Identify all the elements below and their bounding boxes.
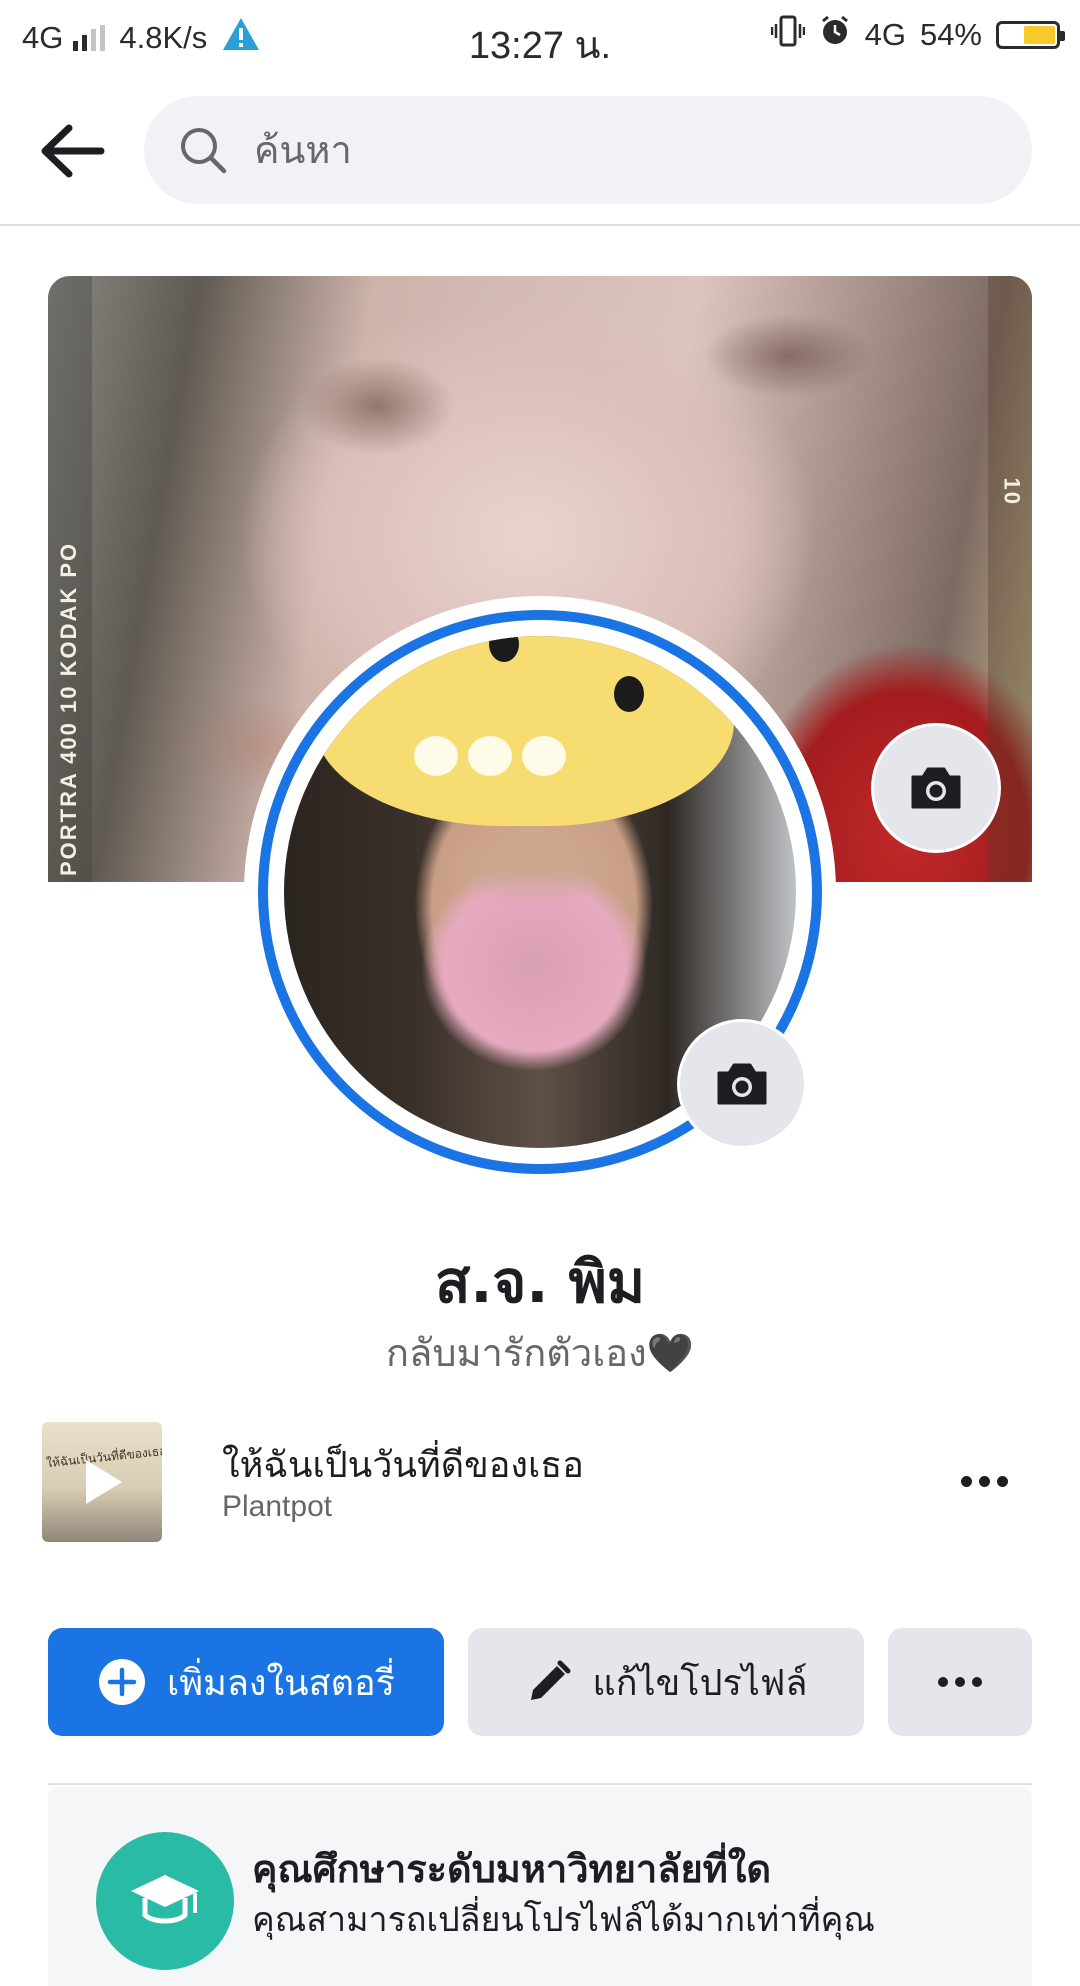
profile-name: ส.จ. พิม bbox=[434, 1248, 646, 1316]
profile-music[interactable]: ให้ฉันเป็นวันที่ดีของเธอ ให้ฉันเป็นวันที… bbox=[40, 1420, 1040, 1544]
cover-strip-text-right: 10 bbox=[999, 477, 1024, 506]
cover-strip-text-left: PORTRA 400 10 KODAK PO bbox=[56, 541, 81, 876]
battery-icon bbox=[996, 21, 1065, 49]
add-to-story-button[interactable]: เพิ่มลงในสตอรี่ bbox=[48, 1628, 444, 1736]
pencil-icon bbox=[525, 1658, 573, 1706]
back-button[interactable] bbox=[32, 114, 112, 188]
music-title: ให้ฉันเป็นวันที่ดีของเธอ bbox=[222, 1445, 584, 1486]
black-heart-emoji: 🖤 bbox=[646, 1331, 694, 1375]
status-bar: 4G 4.8K/s 13:27 น. 4G 54% bbox=[0, 0, 1080, 76]
education-prompt-card[interactable]: คุณศึกษาระดับมหาวิทยาลัยที่ใด คุณสามารถเ… bbox=[48, 1786, 1032, 1986]
more-icon bbox=[938, 1677, 982, 1687]
camera-icon bbox=[911, 767, 961, 809]
edit-profile-button[interactable]: แก้ไขโปรไฟล์ bbox=[468, 1628, 864, 1736]
search-input[interactable] bbox=[252, 127, 956, 173]
dino-hat-decoration bbox=[314, 636, 734, 826]
music-artist: Plantpot bbox=[222, 1490, 333, 1523]
battery-percent: 54% bbox=[919, 17, 982, 52]
education-prompt-title: คุณศึกษาระดับมหาวิทยาลัยที่ใด bbox=[252, 1847, 772, 1891]
camera-icon bbox=[717, 1063, 767, 1105]
section-divider bbox=[48, 1783, 1032, 1785]
plus-circle-icon bbox=[97, 1657, 147, 1707]
status-right: 4G 54% bbox=[770, 14, 1065, 56]
profile-actions: เพิ่มลงในสตอรี่ แก้ไขโปรไฟล์ bbox=[48, 1628, 1032, 1736]
vibrate-icon bbox=[770, 14, 805, 56]
cover-film-strip-left: PORTRA 400 10 KODAK PO bbox=[48, 276, 92, 882]
education-prompt-subtitle: คุณสามารถเปลี่ยนโปรไฟล์ได้มากเท่าที่คุณ bbox=[252, 1900, 875, 1940]
back-arrow-icon bbox=[41, 124, 105, 178]
graduation-cap-icon bbox=[96, 1832, 234, 1970]
profile-bio: กลับมารักตัวเอง🖤 bbox=[0, 1322, 1080, 1383]
search-icon bbox=[181, 128, 227, 174]
bio-text: กลับมารักตัวเอง bbox=[386, 1331, 647, 1375]
edit-profile-picture-button[interactable] bbox=[680, 1022, 804, 1146]
music-more-button[interactable] bbox=[944, 1456, 1024, 1506]
top-bar bbox=[0, 76, 1080, 226]
search-bar[interactable] bbox=[144, 96, 1032, 204]
network-type-right: 4G bbox=[864, 17, 906, 52]
alarm-icon bbox=[819, 15, 851, 55]
dino-eye-decoration bbox=[614, 676, 644, 712]
edit-profile-label: แก้ไขโปรไฟล์ bbox=[592, 1662, 808, 1704]
edit-cover-photo-button[interactable] bbox=[874, 726, 998, 850]
add-to-story-label: เพิ่มลงในสตอรี่ bbox=[167, 1662, 395, 1704]
dino-teeth-decoration bbox=[414, 736, 566, 776]
more-icon bbox=[960, 1475, 972, 1487]
play-icon bbox=[86, 1460, 122, 1504]
music-thumbnail[interactable]: ให้ฉันเป็นวันที่ดีของเธอ bbox=[42, 1422, 162, 1542]
more-options-button[interactable] bbox=[888, 1628, 1032, 1736]
